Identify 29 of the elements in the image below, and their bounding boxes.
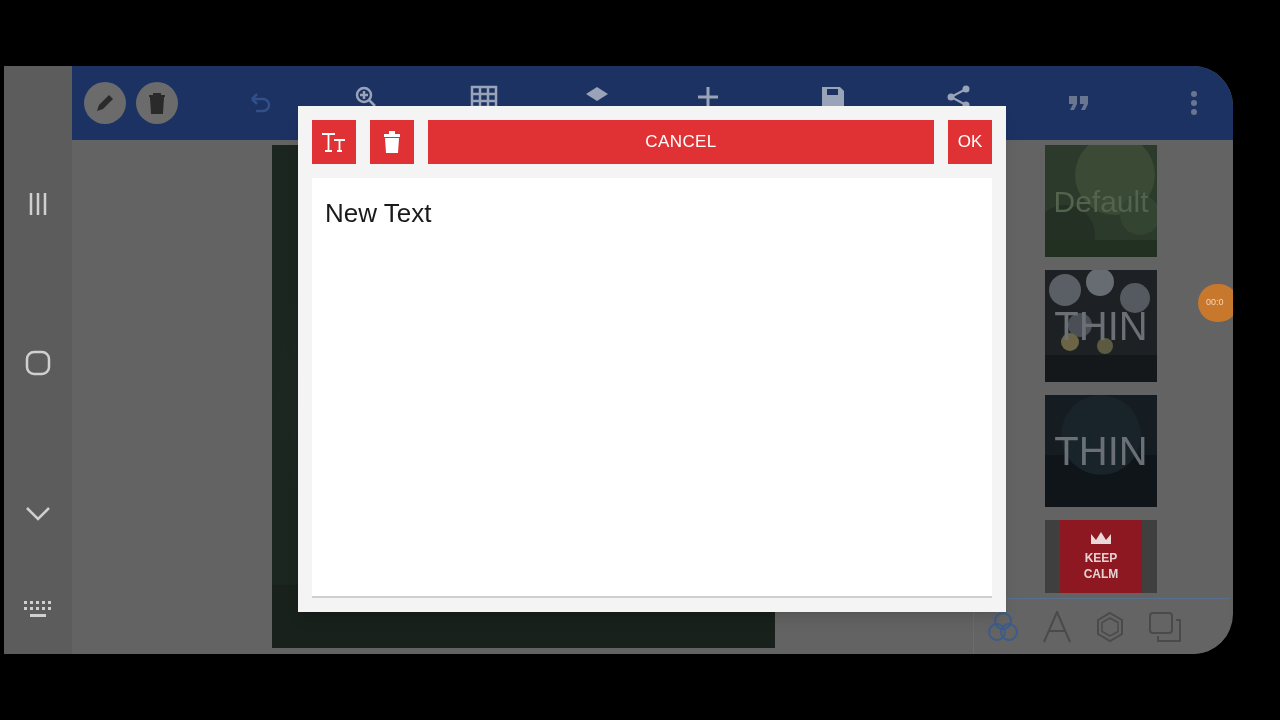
- home-icon[interactable]: [25, 350, 51, 376]
- plus-icon[interactable]: [696, 85, 720, 109]
- recorder-timer-bubble[interactable]: 00:0: [1198, 284, 1233, 322]
- cancel-button[interactable]: CANCEL: [428, 120, 934, 164]
- template-thumbnail[interactable]: THIN: [1045, 270, 1157, 382]
- text-size-button[interactable]: [312, 120, 356, 164]
- delete-text-button[interactable]: [370, 120, 414, 164]
- back-chevron-icon[interactable]: [25, 506, 51, 522]
- zoom-icon[interactable]: [354, 85, 378, 109]
- more-icon[interactable]: [1190, 90, 1198, 116]
- template-thumbnail[interactable]: KEEP CALM: [1045, 520, 1157, 593]
- template-label: THIN: [1054, 303, 1148, 350]
- trash-icon: [147, 92, 167, 114]
- color-circles-icon[interactable]: [986, 610, 1020, 643]
- template-label: CALM: [1083, 566, 1119, 582]
- grid-icon[interactable]: [470, 85, 498, 109]
- edit-button[interactable]: [84, 82, 126, 124]
- text-size-icon: [321, 131, 347, 153]
- template-label: KEEP: [1084, 550, 1118, 566]
- quote-icon[interactable]: [1068, 95, 1090, 111]
- text-input-field[interactable]: New Text: [312, 178, 992, 598]
- save-icon[interactable]: [820, 85, 846, 109]
- trash-icon: [383, 130, 401, 154]
- ok-button[interactable]: OK: [948, 120, 992, 164]
- template-label: THIN: [1054, 428, 1148, 475]
- pencil-icon: [94, 92, 116, 114]
- template-thumbnail[interactable]: THIN: [1045, 395, 1157, 507]
- delete-button[interactable]: [136, 82, 178, 124]
- keyboard-icon[interactable]: [23, 600, 53, 618]
